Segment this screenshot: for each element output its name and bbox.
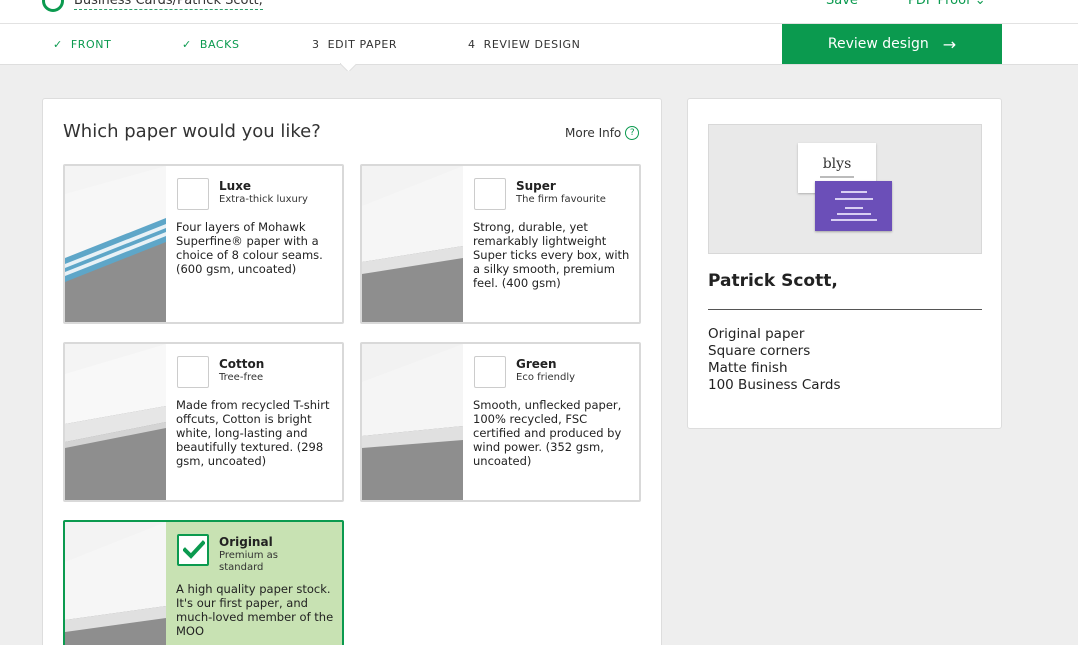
paper-description: Four layers of Mohawk Superfine® paper w… bbox=[176, 220, 323, 276]
paper-photo bbox=[65, 166, 166, 322]
paper-photo bbox=[362, 166, 463, 322]
step-label: REVIEW DESIGN bbox=[483, 38, 581, 51]
paper-name: Cotton bbox=[219, 357, 265, 371]
paper-option-luxe[interactable]: Luxe Extra-thick luxury Four layers of M… bbox=[63, 164, 344, 324]
paper-tagline: Extra-thick luxury bbox=[219, 194, 308, 205]
step-number: 4 bbox=[468, 38, 476, 51]
chevron-down-icon: ⌄ bbox=[974, 0, 986, 8]
top-bar: Business Cards/Patrick Scott, Save PDF P… bbox=[0, 0, 1078, 24]
paper-selection-panel: Which paper would you like? More Info ? … bbox=[42, 98, 662, 645]
paper-photo bbox=[65, 522, 166, 645]
paper-name: Luxe bbox=[219, 179, 252, 193]
paper-tagline: Eco friendly bbox=[516, 372, 576, 383]
paper-photo bbox=[65, 344, 166, 500]
paper-tagline: The firm favourite bbox=[516, 194, 606, 205]
save-button[interactable]: Save bbox=[826, 0, 858, 8]
card-back-thumbnail bbox=[815, 181, 892, 231]
paper-name: Original bbox=[219, 535, 273, 549]
step-label: EDIT PAPER bbox=[327, 38, 398, 51]
paper-option-original[interactable]: Original Premium as standard A high qual… bbox=[63, 520, 344, 645]
paper-name: Green bbox=[516, 357, 557, 371]
logo-subline bbox=[820, 176, 854, 178]
paper-photo bbox=[362, 344, 463, 500]
spec-finish: Matte finish bbox=[708, 360, 788, 376]
step-label: BACKS bbox=[199, 38, 240, 51]
arrow-right-icon: → bbox=[942, 34, 957, 54]
pdf-proof-label: PDF Proof bbox=[908, 0, 971, 8]
more-info-link[interactable]: More Info ? bbox=[565, 126, 640, 140]
card-preview: blys bbox=[708, 124, 982, 254]
step-review-design[interactable]: 4 REVIEW DESIGN bbox=[468, 38, 581, 51]
checkmark-icon: ✓ bbox=[53, 38, 63, 51]
active-step-pointer bbox=[340, 63, 356, 71]
step-edit-paper[interactable]: 3 EDIT PAPER bbox=[312, 38, 397, 51]
paper-tagline: Tree-free bbox=[219, 372, 264, 383]
step-label: FRONT bbox=[70, 38, 112, 51]
spec-corners: Square corners bbox=[708, 343, 811, 359]
step-front[interactable]: ✓ FRONT bbox=[53, 38, 111, 51]
step-backs[interactable]: ✓ BACKS bbox=[182, 38, 240, 51]
paper-description: Made from recycled T-shirt offcuts, Cott… bbox=[176, 398, 330, 468]
paper-option-green[interactable]: Green Eco friendly Smooth, unflecked pap… bbox=[360, 342, 641, 502]
paper-checkbox-checked[interactable] bbox=[177, 534, 209, 566]
review-design-button[interactable]: Review design → bbox=[782, 24, 1002, 64]
document-title[interactable]: Business Cards/Patrick Scott, bbox=[74, 0, 263, 10]
paper-checkbox[interactable] bbox=[177, 178, 209, 210]
spec-list: Original paper Square corners Matte fini… bbox=[708, 326, 841, 394]
checkmark-icon bbox=[183, 540, 205, 559]
cardholder-name: Patrick Scott, bbox=[708, 271, 838, 291]
paper-option-cotton[interactable]: Cotton Tree-free Made from recycled T-sh… bbox=[63, 342, 344, 502]
review-design-label: Review design bbox=[827, 36, 929, 52]
spec-quantity: 100 Business Cards bbox=[708, 377, 841, 393]
spec-paper: Original paper bbox=[708, 326, 805, 342]
help-circle-icon: ? bbox=[625, 126, 640, 140]
paper-description: A high quality paper stock. It's our fir… bbox=[176, 582, 334, 638]
paper-description: Smooth, unflecked paper, 100% recycled, … bbox=[473, 398, 622, 468]
paper-option-super[interactable]: Super The firm favourite Strong, durable… bbox=[360, 164, 641, 324]
paper-name: Super bbox=[516, 179, 556, 193]
step-number: 3 bbox=[312, 38, 320, 51]
paper-description: Strong, durable, yet remarkably lightwei… bbox=[473, 220, 630, 290]
card-logo: blys bbox=[822, 156, 852, 172]
paper-checkbox[interactable] bbox=[474, 356, 506, 388]
moo-logo-icon bbox=[42, 0, 64, 12]
divider bbox=[708, 309, 982, 310]
checkmark-icon: ✓ bbox=[182, 38, 192, 51]
paper-tagline: Premium as standard bbox=[219, 550, 279, 573]
paper-checkbox[interactable] bbox=[177, 356, 209, 388]
page-title: Which paper would you like? bbox=[63, 121, 321, 142]
pdf-proof-button[interactable]: PDF Proof ⌄ bbox=[908, 0, 986, 8]
more-info-label: More Info bbox=[565, 126, 622, 140]
paper-checkbox[interactable] bbox=[474, 178, 506, 210]
order-summary-panel: blys Patrick Scott, Original paper Squar… bbox=[687, 98, 1002, 429]
